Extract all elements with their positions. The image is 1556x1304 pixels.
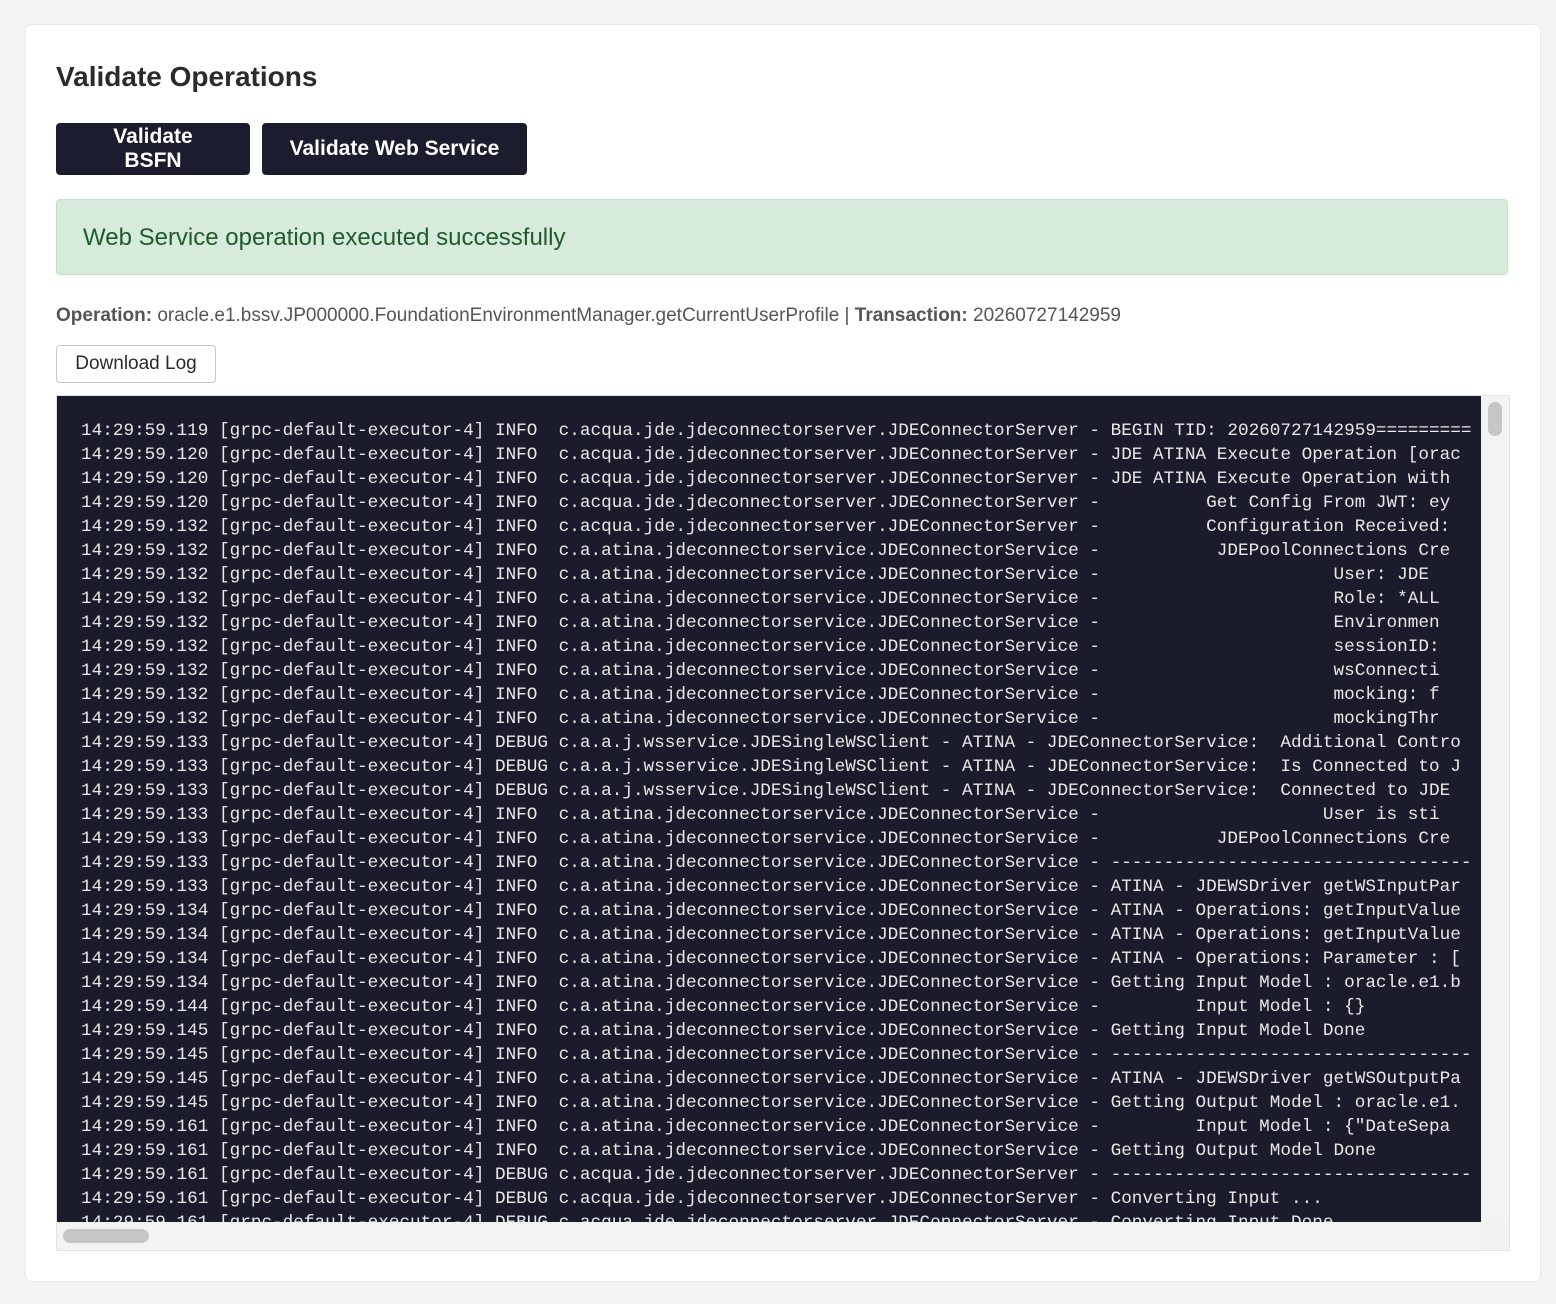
log-line: 14:29:59.161 [grpc-default-executor-4] D…	[81, 1211, 1471, 1222]
log-line: 14:29:59.134 [grpc-default-executor-4] I…	[81, 901, 1461, 921]
operation-label: Operation:	[56, 305, 153, 326]
log-line: 14:29:59.144 [grpc-default-executor-4] I…	[81, 997, 1366, 1017]
log-line: 14:29:59.161 [grpc-default-executor-4] I…	[81, 1141, 1376, 1161]
log-line: 14:29:59.133 [grpc-default-executor-4] I…	[81, 805, 1440, 825]
log-line: 14:29:59.134 [grpc-default-executor-4] I…	[81, 973, 1461, 993]
log-line: 14:29:59.132 [grpc-default-executor-4] I…	[81, 637, 1440, 657]
log-line: 14:29:59.132 [grpc-default-executor-4] I…	[81, 661, 1440, 681]
horizontal-scrollbar[interactable]	[57, 1222, 1481, 1250]
meta-separator: |	[844, 305, 850, 326]
transaction-value: 20260727142959	[973, 305, 1121, 326]
validate-operations-card: Validate Operations Validate BSFN Valida…	[26, 25, 1540, 1281]
log-line: 14:29:59.132 [grpc-default-executor-4] I…	[81, 613, 1440, 633]
log-output: 14:29:59.119 [grpc-default-executor-4] I…	[57, 396, 1481, 1222]
vertical-scroll-thumb[interactable]	[1488, 402, 1502, 436]
log-line: 14:29:59.133 [grpc-default-executor-4] I…	[81, 829, 1451, 849]
log-line: 14:29:59.120 [grpc-default-executor-4] I…	[81, 469, 1451, 489]
validate-bsfn-button[interactable]: Validate BSFN	[56, 123, 250, 175]
log-line: 14:29:59.145 [grpc-default-executor-4] I…	[81, 1021, 1366, 1041]
download-log-button[interactable]: Download Log	[56, 345, 216, 383]
log-line: 14:29:59.145 [grpc-default-executor-4] I…	[81, 1093, 1461, 1113]
log-line: 14:29:59.133 [grpc-default-executor-4] I…	[81, 877, 1461, 897]
log-line: 14:29:59.161 [grpc-default-executor-4] D…	[81, 1165, 1472, 1185]
log-line: 14:29:59.132 [grpc-default-executor-4] I…	[81, 709, 1440, 729]
log-line: 14:29:59.145 [grpc-default-executor-4] I…	[81, 1045, 1472, 1065]
log-line: 14:29:59.132 [grpc-default-executor-4] I…	[81, 685, 1440, 705]
log-line: 14:29:59.134 [grpc-default-executor-4] I…	[81, 949, 1461, 969]
success-alert: Web Service operation executed successfu…	[56, 199, 1508, 275]
transaction-label: Transaction:	[854, 305, 968, 326]
log-line: 14:29:59.133 [grpc-default-executor-4] D…	[81, 757, 1461, 777]
log-lines: 14:29:59.119 [grpc-default-executor-4] I…	[81, 419, 1471, 1222]
log-line: 14:29:59.132 [grpc-default-executor-4] I…	[81, 541, 1451, 561]
log-line: 14:29:59.120 [grpc-default-executor-4] I…	[81, 493, 1451, 513]
log-line: 14:29:59.132 [grpc-default-executor-4] I…	[81, 589, 1440, 609]
validate-web-service-button[interactable]: Validate Web Service	[262, 123, 527, 175]
log-line: 14:29:59.120 [grpc-default-executor-4] I…	[81, 445, 1461, 465]
operation-info: Operation: oracle.e1.bssv.JP000000.Found…	[56, 303, 1121, 329]
log-line: 14:29:59.133 [grpc-default-executor-4] I…	[81, 853, 1472, 873]
log-line: 14:29:59.134 [grpc-default-executor-4] I…	[81, 925, 1461, 945]
page-title: Validate Operations	[56, 61, 318, 92]
log-line: 14:29:59.132 [grpc-default-executor-4] I…	[81, 565, 1430, 585]
operation-value: oracle.e1.bssv.JP000000.FoundationEnviro…	[157, 305, 840, 326]
horizontal-scroll-thumb[interactable]	[63, 1229, 149, 1243]
log-line: 14:29:59.161 [grpc-default-executor-4] I…	[81, 1117, 1451, 1137]
vertical-scrollbar[interactable]	[1481, 396, 1509, 1222]
log-line: 14:29:59.145 [grpc-default-executor-4] I…	[81, 1069, 1461, 1089]
log-line: 14:29:59.133 [grpc-default-executor-4] D…	[81, 781, 1451, 801]
log-viewer[interactable]: 14:29:59.119 [grpc-default-executor-4] I…	[56, 395, 1510, 1251]
log-line: 14:29:59.161 [grpc-default-executor-4] D…	[81, 1189, 1323, 1209]
log-line: 14:29:59.133 [grpc-default-executor-4] D…	[81, 733, 1461, 753]
log-line: 14:29:59.119 [grpc-default-executor-4] I…	[81, 421, 1472, 441]
log-line: 14:29:59.132 [grpc-default-executor-4] I…	[81, 517, 1451, 537]
